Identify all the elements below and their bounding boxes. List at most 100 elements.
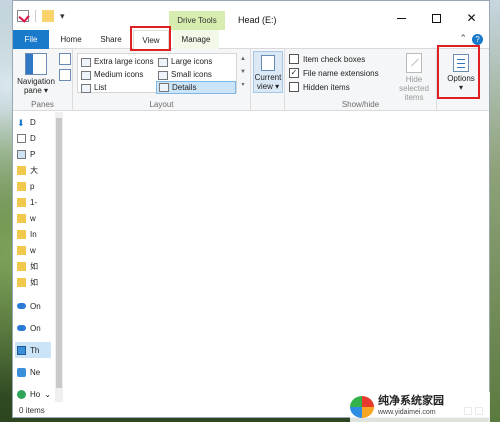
download-icon: ⬇ xyxy=(17,117,25,128)
preview-pane-icon[interactable] xyxy=(59,53,71,65)
drive-tools-context-label: Drive Tools xyxy=(169,11,225,30)
nav-item-folder[interactable]: 如 xyxy=(17,258,38,274)
layout-extra-large-icons[interactable]: Extra large icons xyxy=(81,56,154,68)
file-name-extensions-option[interactable]: ✓ File name extensions xyxy=(289,68,379,78)
hide-selected-items-button[interactable]: Hide selected items xyxy=(391,51,437,102)
layout-list[interactable]: List xyxy=(81,82,106,94)
close-button[interactable]: ✕ xyxy=(454,7,489,29)
nav-item-folder[interactable]: p xyxy=(17,178,34,194)
folder-icon xyxy=(17,213,26,223)
medium-icons-icon xyxy=(81,70,91,80)
item-check-boxes-option[interactable]: Item check boxes xyxy=(289,54,365,64)
nav-item-documents[interactable]: D xyxy=(17,130,36,146)
nav-item-downloads[interactable]: ⬇ D xyxy=(17,114,36,130)
tab-manage[interactable]: Manage xyxy=(173,30,219,49)
nav-item-folder[interactable]: 大 xyxy=(17,162,38,178)
panes-group: Navigation pane ▾ Panes xyxy=(13,49,73,111)
layout-gallery-scroll[interactable]: ▲ ▼ ▾ xyxy=(239,53,247,93)
nav-item-homegroup[interactable]: Ho ⌄ xyxy=(17,386,51,402)
nav-item-this-pc[interactable]: Th xyxy=(15,342,51,358)
hidden-items-checkbox[interactable] xyxy=(289,82,299,92)
watermark-url: www.yidaimei.com xyxy=(378,409,436,416)
customize-caret-icon[interactable]: ▾ xyxy=(60,11,65,22)
layout-group-label: Layout xyxy=(149,100,174,109)
panes-group-label: Panes xyxy=(31,100,54,109)
watermark: 纯净系统家园 www.yidaimei.com xyxy=(350,392,490,422)
navigation-pane-icon xyxy=(25,53,47,75)
hide-selected-items-icon xyxy=(406,53,422,73)
watermark-logo-icon xyxy=(350,396,374,418)
this-pc-icon xyxy=(17,345,26,355)
window-title: Head (E:) xyxy=(238,15,277,25)
folder-icon xyxy=(17,229,26,239)
tab-share[interactable]: Share xyxy=(93,30,129,49)
current-view-button[interactable]: Current view ▾ xyxy=(253,51,283,93)
hide-selected-label: Hide selected xyxy=(399,75,429,93)
folder-icon xyxy=(17,181,26,191)
nav-item-onedrive[interactable]: On xyxy=(17,320,41,336)
nav-item-folder[interactable]: 1- xyxy=(17,194,37,210)
navigation-pane-button[interactable]: Navigation pane ▾ xyxy=(17,53,55,95)
hidden-items-option[interactable]: Hidden items xyxy=(289,82,350,92)
expand-icon[interactable]: ⌄ xyxy=(44,390,51,399)
watermark-title: 纯净系统家园 xyxy=(378,395,444,407)
extra-large-icons-icon xyxy=(81,57,91,67)
navigation-pane-scrollbar[interactable] xyxy=(55,112,63,402)
onedrive-icon xyxy=(17,325,26,331)
scrollbar-thumb[interactable] xyxy=(56,118,62,388)
tab-file[interactable]: File xyxy=(13,30,49,49)
current-view-label: Current xyxy=(254,73,282,82)
layout-large-icons[interactable]: Large icons xyxy=(158,56,212,68)
watermark-text: 纯净系统家园 www.yidaimei.com xyxy=(378,396,444,418)
file-name-extensions-checkbox[interactable]: ✓ xyxy=(289,68,299,78)
details-icon xyxy=(159,83,169,92)
small-icons-icon xyxy=(158,70,168,80)
folder-icon xyxy=(17,165,26,175)
large-icons-icon xyxy=(158,57,168,67)
nav-item-folder[interactable]: w xyxy=(17,242,36,258)
folder-icon xyxy=(17,277,26,287)
options-highlight xyxy=(437,45,480,99)
minimize-button[interactable] xyxy=(384,7,419,29)
navigation-pane-label-2: pane ▾ xyxy=(23,86,49,95)
title-bar: ▾ Drive Tools Head (E:) ✕ xyxy=(13,1,489,30)
document-icon xyxy=(17,133,26,143)
tab-home[interactable]: Home xyxy=(53,30,89,49)
layout-medium-icons[interactable]: Medium icons xyxy=(81,69,143,81)
collapse-ribbon-icon[interactable]: ⌃ xyxy=(459,33,467,44)
folder-icon xyxy=(17,245,26,255)
details-pane-icon[interactable] xyxy=(59,69,71,81)
help-icon[interactable]: ? xyxy=(472,34,483,45)
quick-access-toolbar: ▾ xyxy=(17,10,65,22)
onedrive-icon xyxy=(17,303,26,309)
toolbar-separator xyxy=(35,10,36,22)
nav-item-folder[interactable]: w xyxy=(17,210,36,226)
list-icon xyxy=(81,83,91,93)
current-view-label-2: view ▾ xyxy=(256,82,280,91)
close-icon: ✕ xyxy=(466,11,477,25)
current-view-icon xyxy=(261,55,275,71)
network-icon xyxy=(17,367,26,377)
folder-icon xyxy=(17,261,26,271)
layout-gallery: Extra large icons Large icons Medium ico… xyxy=(77,53,237,94)
window-controls: ✕ xyxy=(384,7,489,29)
navigation-pane: ⬇ D D P 大 p 1- w In w 如 如 On On Th Ne Ho ⌄ xyxy=(13,112,55,402)
nav-item-onedrive[interactable]: On xyxy=(17,298,41,314)
view-tab-highlight xyxy=(130,26,171,51)
file-list-area[interactable] xyxy=(65,112,489,402)
navigation-pane-label: Navigation xyxy=(17,77,55,86)
item-count: 0 items xyxy=(19,406,45,415)
properties-icon[interactable] xyxy=(17,10,29,22)
item-check-boxes-checkbox[interactable] xyxy=(289,54,299,64)
show-hide-group-label: Show/hide xyxy=(341,100,380,109)
nav-item-folder[interactable]: 如 xyxy=(17,274,38,290)
current-view-group: Current view ▾ xyxy=(251,49,285,111)
nav-item-pictures[interactable]: P xyxy=(17,146,35,162)
layout-details[interactable]: Details xyxy=(156,81,236,94)
new-folder-icon[interactable] xyxy=(42,10,54,22)
layout-small-icons[interactable]: Small icons xyxy=(158,69,212,81)
file-explorer-window: ▾ Drive Tools Head (E:) ✕ File Home Shar… xyxy=(12,0,490,418)
maximize-button[interactable] xyxy=(419,7,454,29)
nav-item-network[interactable]: Ne xyxy=(17,364,40,380)
nav-item-folder[interactable]: In xyxy=(17,226,37,242)
